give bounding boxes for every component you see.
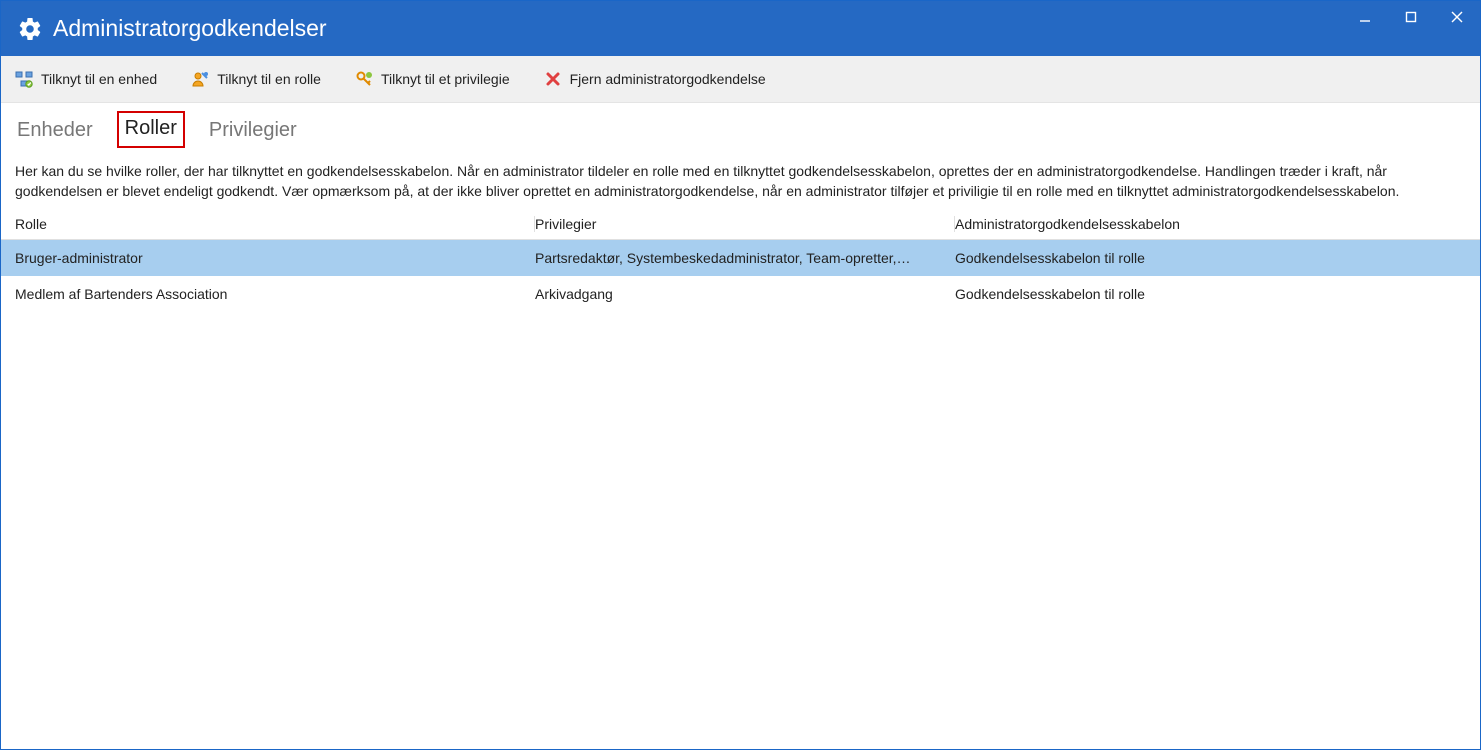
- link-priv-button[interactable]: Tilknyt til et privilegie: [355, 70, 510, 88]
- link-unit-icon: [15, 70, 33, 88]
- cell-tmpl: Godkendelsesskabelon til rolle: [955, 250, 1466, 266]
- tab-units[interactable]: Enheder: [15, 119, 95, 148]
- description-text: Her kan du se hvilke roller, der har til…: [1, 148, 1480, 209]
- cell-role: Bruger-administrator: [15, 250, 535, 266]
- col-header-role[interactable]: Rolle: [15, 216, 535, 232]
- table-row[interactable]: Bruger-administrator Partsredaktør, Syst…: [1, 240, 1480, 276]
- remove-button[interactable]: Fjern administratorgodkendelse: [544, 70, 766, 88]
- table-row[interactable]: Medlem af Bartenders Association Arkivad…: [1, 276, 1480, 312]
- link-priv-icon: [355, 70, 373, 88]
- table-header: Rolle Privilegier Administratorgodkendel…: [1, 209, 1480, 239]
- link-role-label: Tilknyt til en rolle: [217, 71, 321, 87]
- window-controls: [1342, 1, 1480, 56]
- remove-label: Fjern administratorgodkendelse: [570, 71, 766, 87]
- toolbar: Tilknyt til en enhed Tilknyt til en roll…: [1, 56, 1480, 103]
- tab-roles[interactable]: Roller: [117, 111, 185, 148]
- link-role-button[interactable]: Tilknyt til en rolle: [191, 70, 321, 88]
- gear-icon: [17, 16, 43, 42]
- col-header-tmpl[interactable]: Administratorgodkendelsesskabelon: [955, 216, 1466, 232]
- roles-table: Rolle Privilegier Administratorgodkendel…: [1, 209, 1480, 312]
- x-icon: [544, 70, 562, 88]
- cell-role: Medlem af Bartenders Association: [15, 286, 535, 302]
- link-unit-label: Tilknyt til en enhed: [41, 71, 157, 87]
- cell-priv: Arkivadgang: [535, 286, 955, 302]
- window: Administratorgodkendelser Tilknyt til en…: [0, 0, 1481, 750]
- tabs: Enheder Roller Privilegier: [1, 103, 1480, 148]
- link-role-icon: [191, 70, 209, 88]
- titlebar: Administratorgodkendelser: [1, 1, 1480, 56]
- cell-tmpl: Godkendelsesskabelon til rolle: [955, 286, 1466, 302]
- cell-priv: Partsredaktør, Systembeskedadministrator…: [535, 250, 955, 266]
- maximize-button[interactable]: [1388, 1, 1434, 33]
- col-header-priv[interactable]: Privilegier: [535, 216, 955, 232]
- tab-privs[interactable]: Privilegier: [207, 119, 299, 148]
- table-body: Bruger-administrator Partsredaktør, Syst…: [1, 239, 1480, 312]
- window-title: Administratorgodkendelser: [53, 15, 327, 42]
- close-button[interactable]: [1434, 1, 1480, 33]
- link-priv-label: Tilknyt til et privilegie: [381, 71, 510, 87]
- link-unit-button[interactable]: Tilknyt til en enhed: [15, 70, 157, 88]
- minimize-button[interactable]: [1342, 1, 1388, 33]
